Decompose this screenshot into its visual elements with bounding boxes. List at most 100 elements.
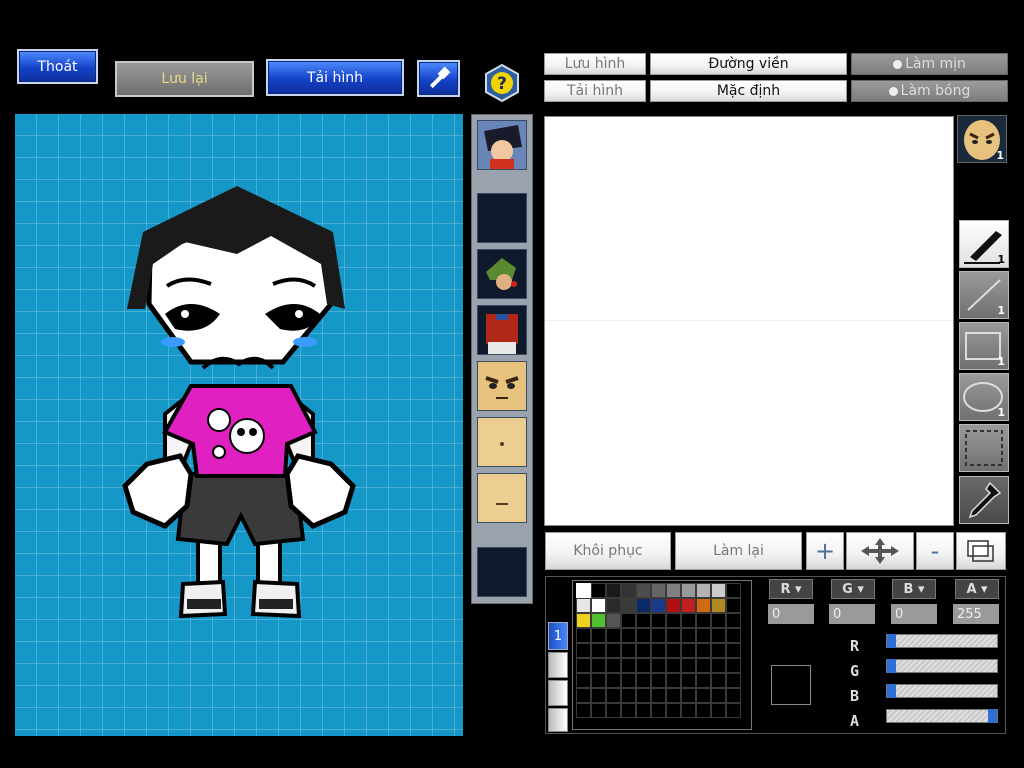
color-swatch[interactable] [711,688,726,703]
color-swatch[interactable] [726,628,741,643]
move-button[interactable] [846,532,914,570]
color-swatch[interactable] [576,583,591,598]
color-swatch[interactable] [726,688,741,703]
color-swatch[interactable] [711,583,726,598]
save-image-button[interactable]: Lưu hình [544,53,646,75]
color-swatch[interactable] [726,643,741,658]
color-swatch[interactable] [666,583,681,598]
color-swatch[interactable] [681,688,696,703]
color-swatch[interactable] [666,628,681,643]
ellipse-tool[interactable]: 1 [959,373,1009,421]
color-swatch[interactable] [621,688,636,703]
color-swatch[interactable] [576,628,591,643]
slider-a-knob[interactable] [988,709,997,723]
r-value-field[interactable]: 0 [768,604,814,624]
thumb-empty-1[interactable] [477,193,527,243]
select-tool[interactable] [959,424,1009,472]
load-image-button[interactable]: Tải hình [544,80,646,102]
color-swatch[interactable] [696,628,711,643]
color-swatch[interactable] [591,583,606,598]
color-swatch[interactable] [591,613,606,628]
color-swatch[interactable] [726,703,741,718]
color-swatch[interactable] [711,673,726,688]
color-swatch[interactable] [636,628,651,643]
color-swatch[interactable] [726,583,741,598]
color-swatch[interactable] [696,643,711,658]
slider-g[interactable] [886,659,998,673]
color-swatch[interactable] [696,613,711,628]
thumb-face-mouth[interactable] [477,473,527,523]
layers-button[interactable] [956,532,1006,570]
b-value-field[interactable]: 0 [891,604,937,624]
color-swatch[interactable] [666,673,681,688]
color-swatch[interactable] [636,688,651,703]
color-swatch[interactable] [576,613,591,628]
color-swatch[interactable] [681,643,696,658]
color-swatch[interactable] [591,598,606,613]
color-swatch[interactable] [681,628,696,643]
thumb-hat[interactable] [477,249,527,299]
color-swatch[interactable] [576,658,591,673]
default-button[interactable]: Mặc định [650,80,847,102]
layer-tab-4[interactable] [548,708,568,732]
color-swatch[interactable] [636,703,651,718]
layer-tab-3[interactable] [548,680,568,706]
color-swatch[interactable] [606,628,621,643]
color-swatch[interactable] [606,598,621,613]
color-swatch[interactable] [606,688,621,703]
restore-button[interactable]: Khôi phục [545,532,671,570]
color-swatch[interactable] [696,658,711,673]
color-swatch[interactable] [651,643,666,658]
g-value-field[interactable]: 0 [829,604,875,624]
color-swatch[interactable] [606,613,621,628]
color-swatch[interactable] [591,643,606,658]
slider-b-knob[interactable] [887,684,896,698]
slider-g-knob[interactable] [887,659,896,673]
color-swatch[interactable] [696,598,711,613]
color-swatch[interactable] [711,613,726,628]
color-swatch[interactable] [636,583,651,598]
eyedropper-tool[interactable] [959,476,1009,524]
color-swatch[interactable] [681,673,696,688]
color-swatch[interactable] [576,643,591,658]
pen-tool[interactable]: 1 [959,220,1009,268]
channel-a-select[interactable]: A ▾ [955,579,999,599]
color-swatch[interactable] [651,583,666,598]
color-swatch[interactable] [606,673,621,688]
a-value-field[interactable]: 255 [953,604,999,624]
channel-r-select[interactable]: R ▾ [769,579,813,599]
color-swatch[interactable] [606,583,621,598]
color-swatch[interactable] [696,583,711,598]
color-swatch[interactable] [666,688,681,703]
redo-button[interactable]: Làm lại [675,532,802,570]
zoom-out-button[interactable]: - [916,532,954,570]
color-swatch[interactable] [681,658,696,673]
hammer-button[interactable] [417,60,460,97]
color-swatch[interactable] [636,673,651,688]
slider-b[interactable] [886,684,998,698]
color-swatch[interactable] [591,628,606,643]
color-swatch[interactable] [636,598,651,613]
color-swatch[interactable] [696,703,711,718]
color-swatch[interactable] [726,658,741,673]
color-swatch[interactable] [651,658,666,673]
color-swatch[interactable] [576,703,591,718]
load-button[interactable]: Tải hình [266,59,404,96]
color-swatch[interactable] [591,673,606,688]
color-swatch[interactable] [711,658,726,673]
thumb-hair[interactable] [477,120,527,170]
drawing-canvas[interactable] [544,116,954,526]
color-swatch[interactable] [651,688,666,703]
channel-g-select[interactable]: G ▾ [831,579,875,599]
color-swatch[interactable] [651,613,666,628]
smooth-toggle[interactable]: Làm mịn [851,53,1008,75]
color-swatch[interactable] [621,703,636,718]
thumb-face-nose[interactable] [477,417,527,467]
color-swatch[interactable] [591,688,606,703]
color-swatch[interactable] [726,613,741,628]
color-swatch[interactable] [621,658,636,673]
rectangle-tool[interactable]: 1 [959,322,1009,370]
color-swatch[interactable] [666,613,681,628]
color-swatch[interactable] [651,598,666,613]
channel-b-select[interactable]: B ▾ [892,579,936,599]
